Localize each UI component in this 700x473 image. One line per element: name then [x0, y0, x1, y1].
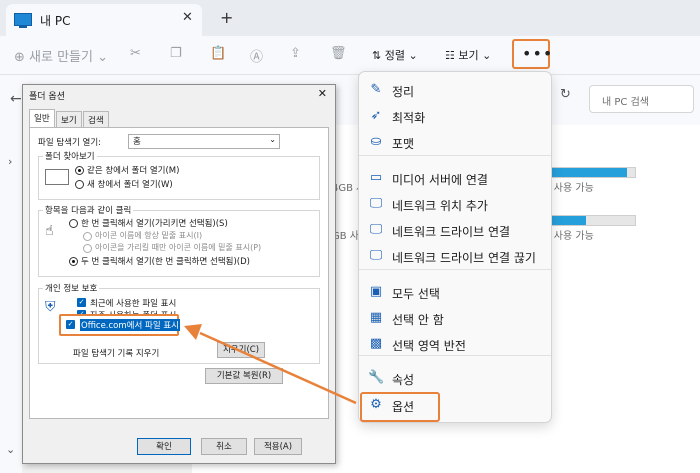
arrow-line: [199, 331, 357, 405]
annotation-arrow: [184, 324, 357, 405]
arrow-head: [184, 324, 202, 340]
